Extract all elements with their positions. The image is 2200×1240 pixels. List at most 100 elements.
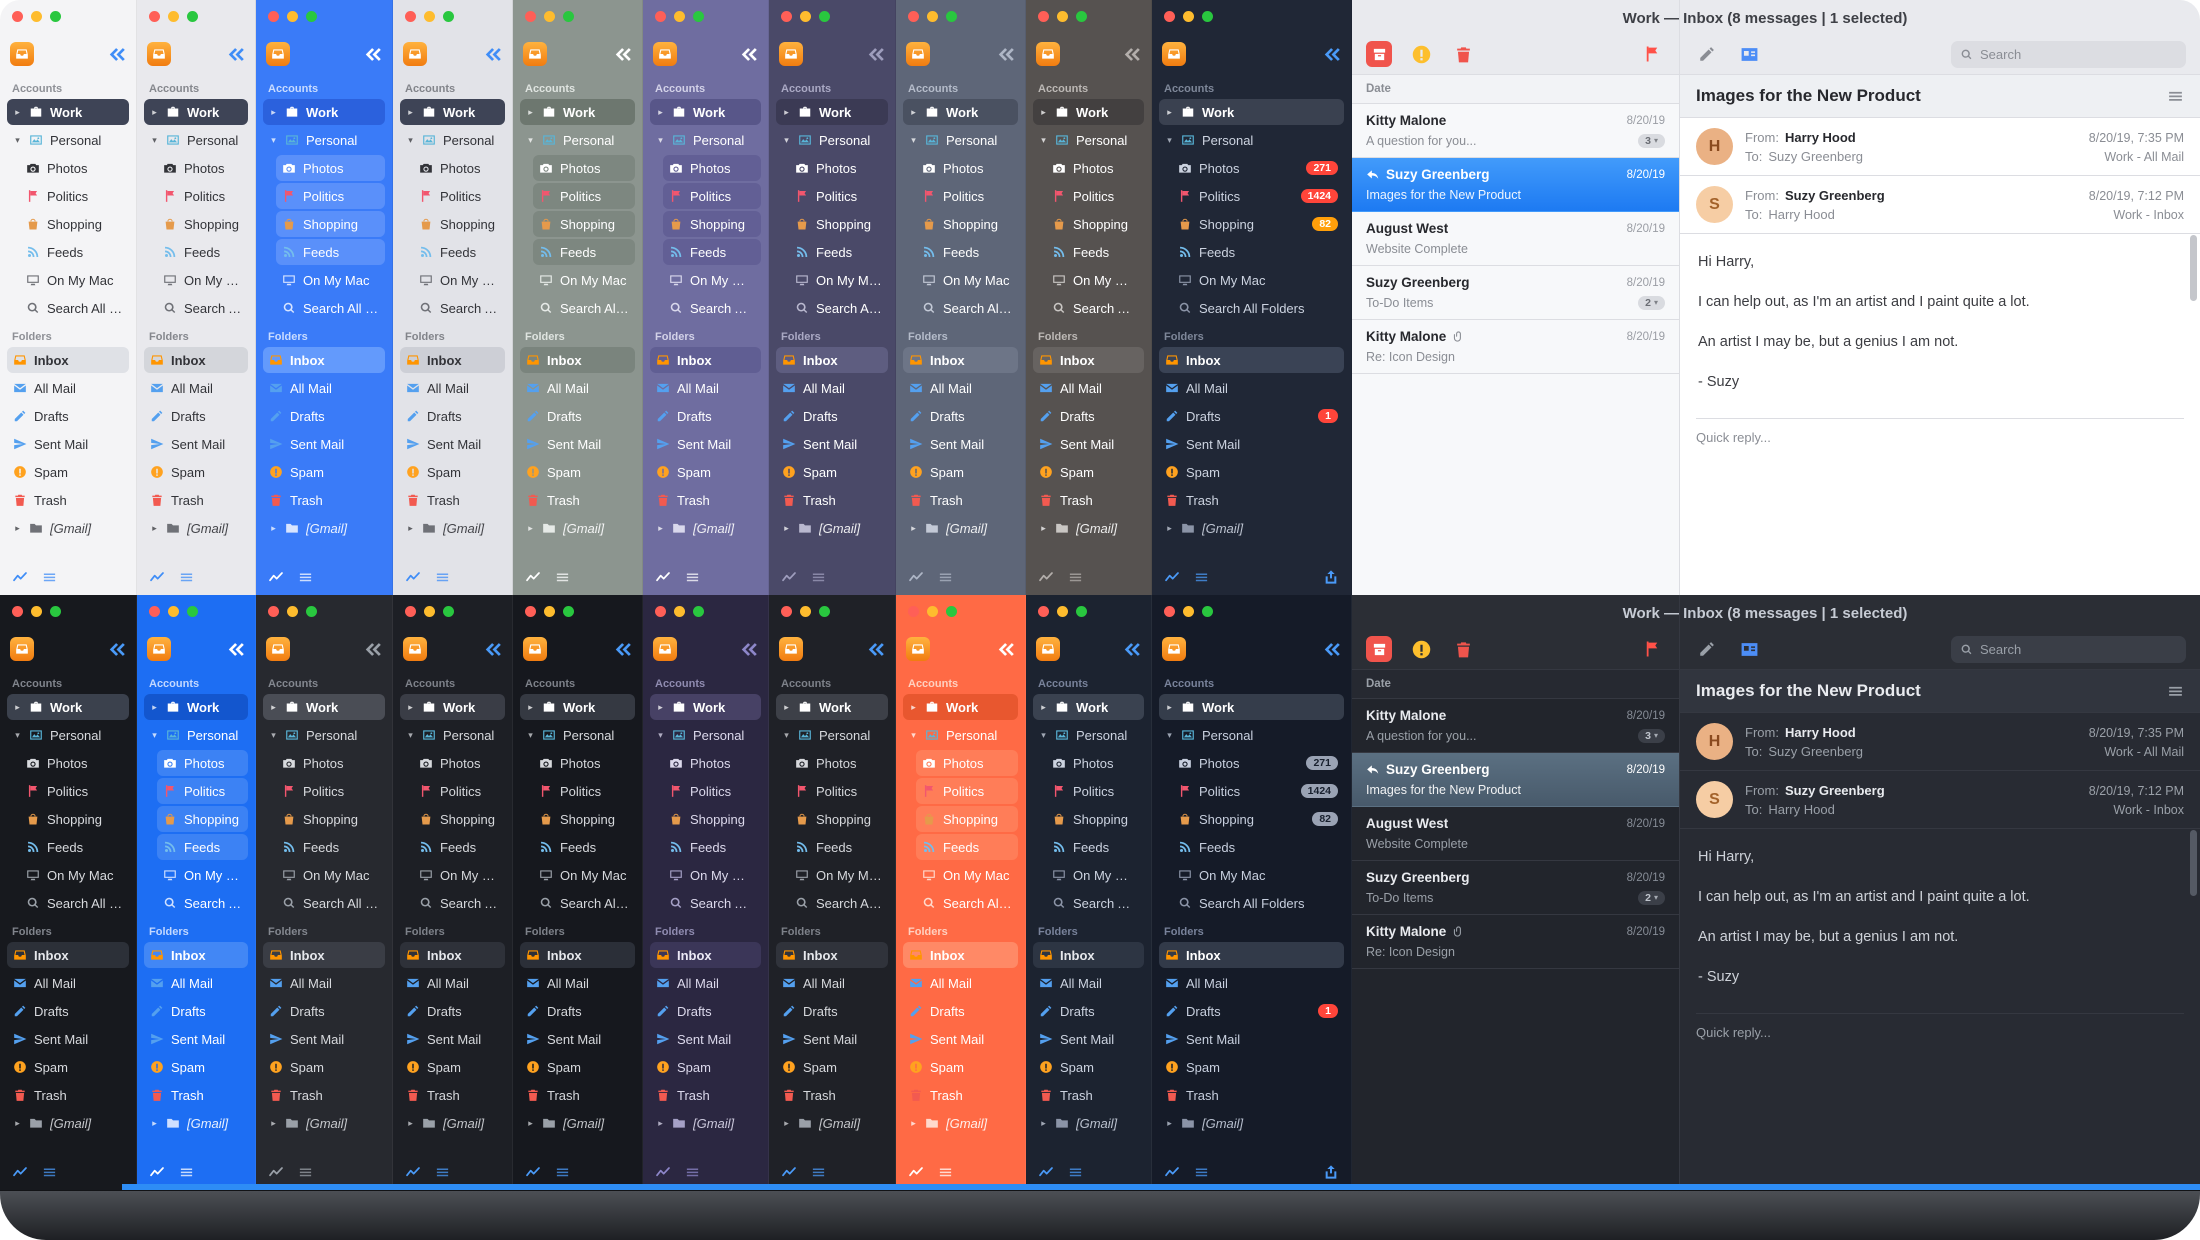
folder-on-my-mac[interactable]: On My Mac <box>276 862 385 888</box>
folder-feeds[interactable]: Feeds <box>276 239 385 265</box>
folder-drafts[interactable]: Drafts <box>903 998 1018 1024</box>
close-button[interactable] <box>149 606 160 617</box>
close-button[interactable] <box>525 606 536 617</box>
folder-trash[interactable]: Trash <box>650 487 761 513</box>
message-list-item[interactable]: Kitty Malone8/20/19Re: Icon Design <box>1352 915 1679 969</box>
folder-search-all[interactable]: Search All F… <box>20 295 129 321</box>
folder-drafts[interactable]: Drafts <box>7 998 129 1024</box>
conversation-menu-button[interactable] <box>2167 88 2184 105</box>
activity-button[interactable] <box>12 1164 28 1180</box>
folder-politics[interactable]: Politics <box>663 778 761 804</box>
account-work[interactable]: ▸Work <box>520 99 635 125</box>
folder-inbox[interactable]: Inbox <box>903 942 1018 968</box>
collapse-sidebar-button[interactable] <box>1322 45 1341 64</box>
folder-gmail[interactable]: ▸[Gmail] <box>650 1110 761 1136</box>
activity-button[interactable] <box>781 1164 797 1180</box>
folder-search-all[interactable]: Search All F… <box>916 295 1018 321</box>
folder-shopping[interactable]: Shopping <box>276 211 385 237</box>
folder-spam[interactable]: Spam <box>1033 1054 1144 1080</box>
account-personal[interactable]: ▾Personal <box>1033 127 1144 153</box>
folder-politics[interactable]: Politics <box>1046 778 1144 804</box>
minimize-button[interactable] <box>287 606 298 617</box>
message-list-item[interactable]: Suzy Greenberg8/20/19To-Do Items2▾ <box>1352 861 1679 915</box>
folder-search-all[interactable]: Search All F… <box>157 890 248 916</box>
folder-photos[interactable]: Photos <box>533 750 635 776</box>
folder-on-my-mac[interactable]: On My Mac <box>789 862 888 888</box>
folder-photos[interactable]: Photos <box>20 155 129 181</box>
folder-all_mail[interactable]: All Mail <box>776 970 888 996</box>
folder-feeds[interactable]: Feeds <box>533 834 635 860</box>
folder-spam[interactable]: Spam <box>7 1054 129 1080</box>
activity-button[interactable] <box>405 1164 421 1180</box>
folder-sent[interactable]: Sent Mail <box>520 431 635 457</box>
folder-feeds[interactable]: Feeds <box>1172 834 1344 860</box>
compose-button[interactable] <box>1694 41 1720 67</box>
scrollbar[interactable] <box>2190 235 2197 301</box>
archive-mailbox-button[interactable] <box>10 637 34 661</box>
folder-shopping[interactable]: Shopping82 <box>1172 806 1344 832</box>
account-personal[interactable]: ▾Personal <box>7 722 129 748</box>
folder-on-my-mac[interactable]: On My Mac <box>533 267 635 293</box>
account-personal[interactable]: ▾Personal <box>263 127 385 153</box>
folder-shopping[interactable]: Shopping <box>413 211 505 237</box>
folder-sent[interactable]: Sent Mail <box>903 1026 1018 1052</box>
list-options-button[interactable] <box>1068 1165 1083 1180</box>
folder-all_mail[interactable]: All Mail <box>1033 970 1144 996</box>
folder-on-my-mac[interactable]: On My Mac <box>533 862 635 888</box>
thread-count-badge[interactable]: 3▾ <box>1638 134 1665 148</box>
folder-trash[interactable]: Trash <box>903 487 1018 513</box>
folder-all_mail[interactable]: All Mail <box>520 970 635 996</box>
delete-button[interactable] <box>1450 636 1476 662</box>
folder-photos[interactable]: Photos <box>1046 750 1144 776</box>
account-personal[interactable]: ▾Personal <box>7 127 129 153</box>
folder-on-my-mac[interactable]: On My Mac <box>157 267 248 293</box>
folder-politics[interactable]: Politics <box>413 778 505 804</box>
folder-trash[interactable]: Trash <box>263 1082 385 1108</box>
folder-all_mail[interactable]: All Mail <box>650 375 761 401</box>
folder-politics[interactable]: Politics <box>789 183 888 209</box>
account-work[interactable]: ▸Work <box>1159 694 1344 720</box>
activity-button[interactable] <box>525 569 541 585</box>
folder-on-my-mac[interactable]: On My Mac <box>916 267 1018 293</box>
folder-gmail[interactable]: ▸[Gmail] <box>400 515 505 541</box>
folder-on-my-mac[interactable]: On My Mac <box>157 862 248 888</box>
activity-button[interactable] <box>908 1164 924 1180</box>
archive-mailbox-button[interactable] <box>1036 42 1060 66</box>
folder-search-all[interactable]: Search All F… <box>1046 890 1144 916</box>
folder-photos[interactable]: Photos <box>157 155 248 181</box>
close-button[interactable] <box>1164 606 1175 617</box>
close-button[interactable] <box>12 11 23 22</box>
folder-gmail[interactable]: ▸[Gmail] <box>7 1110 129 1136</box>
zoom-button[interactable] <box>819 11 830 22</box>
flag-button[interactable] <box>1639 636 1665 662</box>
account-personal[interactable]: ▾Personal <box>400 722 505 748</box>
message-list-item[interactable]: August West8/20/19Website Complete <box>1352 212 1679 266</box>
message-list-item[interactable]: Suzy Greenberg8/20/19To-Do Items2▾ <box>1352 266 1679 320</box>
activity-button[interactable] <box>781 569 797 585</box>
folder-on-my-mac[interactable]: On My Mac <box>1172 267 1344 293</box>
folder-feeds[interactable]: Feeds <box>789 239 888 265</box>
account-work[interactable]: ▸Work <box>1033 694 1144 720</box>
list-options-button[interactable] <box>42 570 57 585</box>
account-personal[interactable]: ▾Personal <box>776 722 888 748</box>
account-work[interactable]: ▸Work <box>776 99 888 125</box>
folder-shopping[interactable]: Shopping <box>533 211 635 237</box>
list-options-button[interactable] <box>179 570 194 585</box>
folder-shopping[interactable]: Shopping <box>916 806 1018 832</box>
list-options-button[interactable] <box>938 570 953 585</box>
folder-sent[interactable]: Sent Mail <box>7 431 129 457</box>
archive-mailbox-button[interactable] <box>653 637 677 661</box>
account-work[interactable]: ▸Work <box>7 694 129 720</box>
minimize-button[interactable] <box>927 606 938 617</box>
folder-spam[interactable]: Spam <box>263 1054 385 1080</box>
folder-trash[interactable]: Trash <box>144 1082 248 1108</box>
close-button[interactable] <box>1038 11 1049 22</box>
zoom-button[interactable] <box>563 11 574 22</box>
folder-photos[interactable]: Photos <box>789 750 888 776</box>
folder-politics[interactable]: Politics <box>916 778 1018 804</box>
folder-sent[interactable]: Sent Mail <box>400 1026 505 1052</box>
scrollbar[interactable] <box>2190 830 2197 896</box>
folder-inbox[interactable]: Inbox <box>650 942 761 968</box>
folder-spam[interactable]: Spam <box>144 1054 248 1080</box>
list-options-button[interactable] <box>555 1165 570 1180</box>
